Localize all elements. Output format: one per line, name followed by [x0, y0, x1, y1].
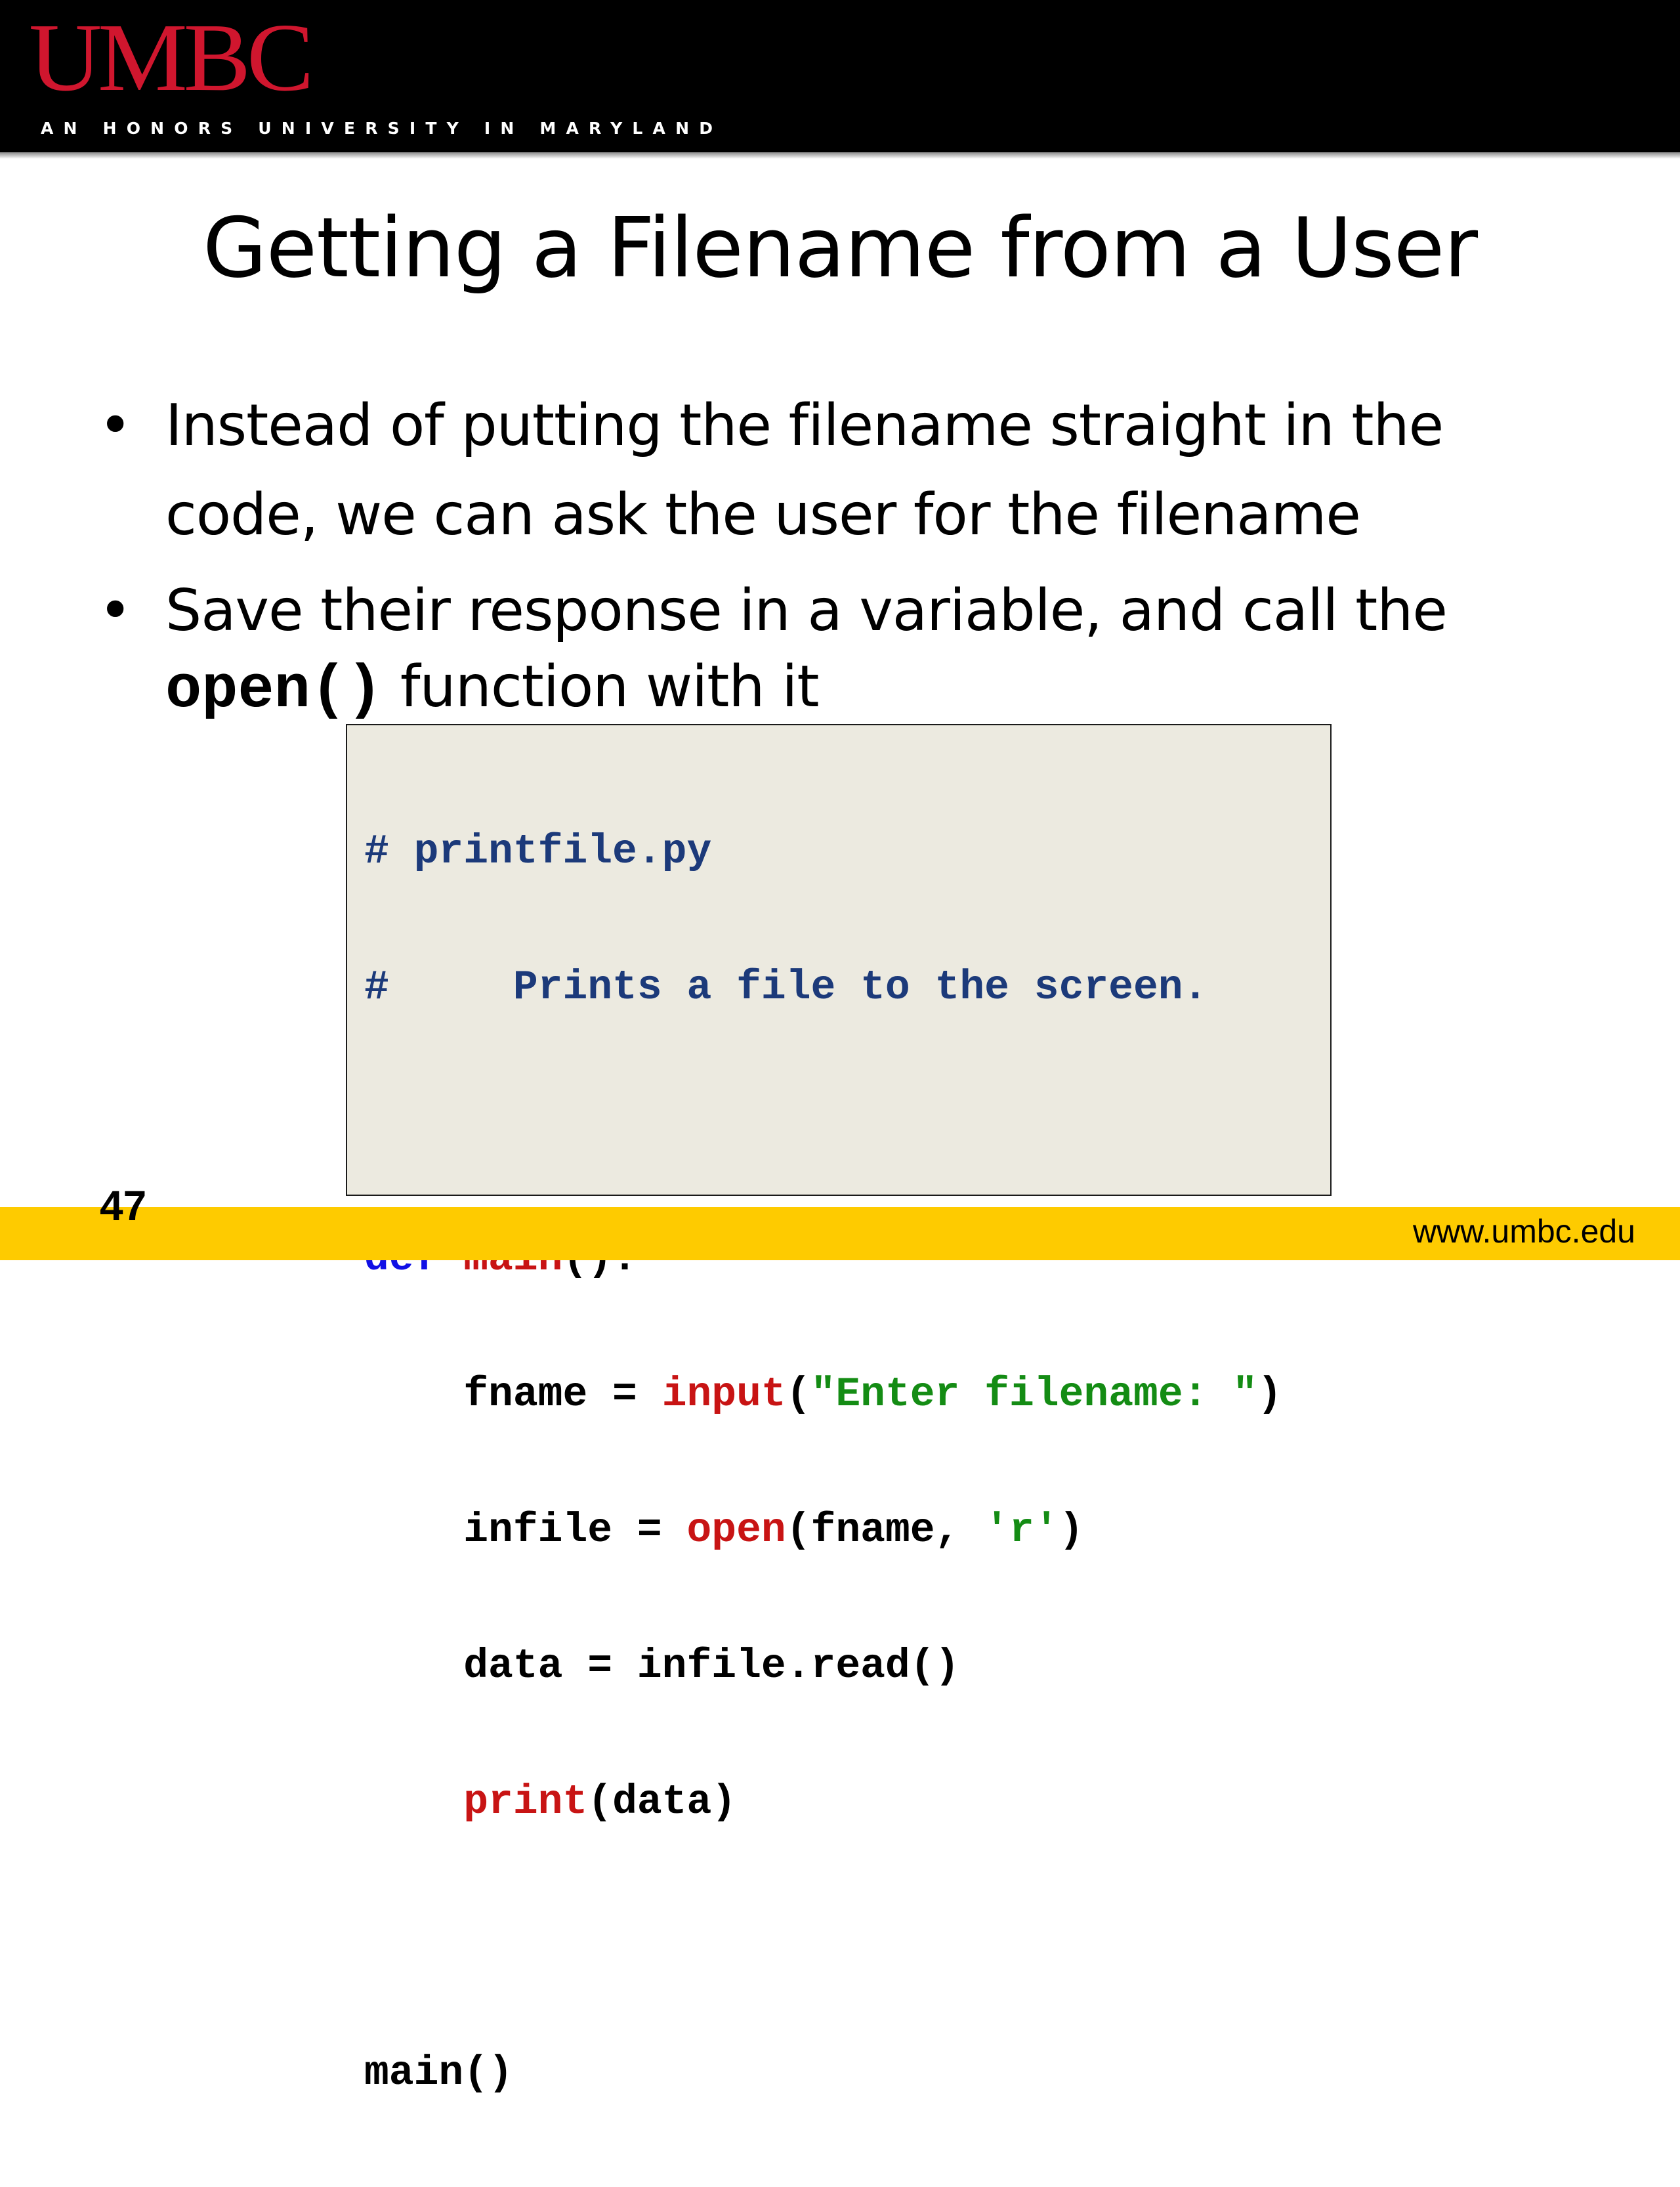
code-string: 'r'	[984, 1507, 1059, 1554]
bullet-text: function with it	[400, 653, 820, 720]
bullet-item: • Save their response in a variable, and…	[98, 572, 1608, 729]
code-function: input	[662, 1371, 786, 1418]
code-text: (	[786, 1371, 811, 1418]
tagline: AN HONORS UNIVERSITY IN MARYLAND	[41, 119, 723, 138]
code-line: data = infile.read()	[364, 1643, 960, 1689]
inline-code: open()	[165, 656, 383, 725]
umbc-logo: UMBC	[29, 4, 314, 112]
code-block: # printfile.py # Prints a file to the sc…	[346, 724, 1332, 2096]
bullet-text: Save their response in a variable, and c…	[165, 577, 1448, 644]
code-line: infile = open(fname, 'r')	[364, 1508, 1282, 1553]
slide-title: Getting a Filename from a User	[202, 200, 1478, 296]
code-listing: # printfile.py # Prints a file to the sc…	[364, 738, 1282, 2186]
bullet-item: • Instead of putting the filename straig…	[98, 381, 1608, 559]
code-line: # Prints a file to the screen.	[364, 964, 1208, 1011]
code-function: open	[686, 1507, 786, 1554]
bullet-glyph: •	[98, 392, 132, 459]
slide-number: 47	[100, 1182, 147, 1229]
code-text: (data)	[587, 1779, 737, 1825]
code-text: (fname,	[786, 1507, 985, 1554]
code-line: fname = input("Enter filename: ")	[364, 1372, 1282, 1417]
bullet-glyph: •	[98, 577, 132, 644]
header-bar: UMBC AN HONORS UNIVERSITY IN MARYLAND	[0, 0, 1680, 152]
code-text: )	[1257, 1371, 1282, 1418]
footer-url: www.umbc.edu	[1412, 1213, 1635, 1250]
code-function: print	[463, 1779, 588, 1825]
bullet-text: Instead of putting the filename straight…	[165, 392, 1444, 548]
code-line: # printfile.py	[364, 828, 712, 875]
code-text: )	[1059, 1507, 1084, 1554]
code-string: "Enter filename: "	[810, 1371, 1258, 1418]
code-text: fname =	[364, 1371, 662, 1418]
code-text: infile =	[364, 1507, 687, 1554]
header-shadow	[0, 152, 1680, 159]
bullet-list: • Instead of putting the filename straig…	[98, 381, 1608, 729]
code-line: main()	[364, 2050, 513, 2096]
code-line: print(data)	[364, 1779, 1282, 1825]
